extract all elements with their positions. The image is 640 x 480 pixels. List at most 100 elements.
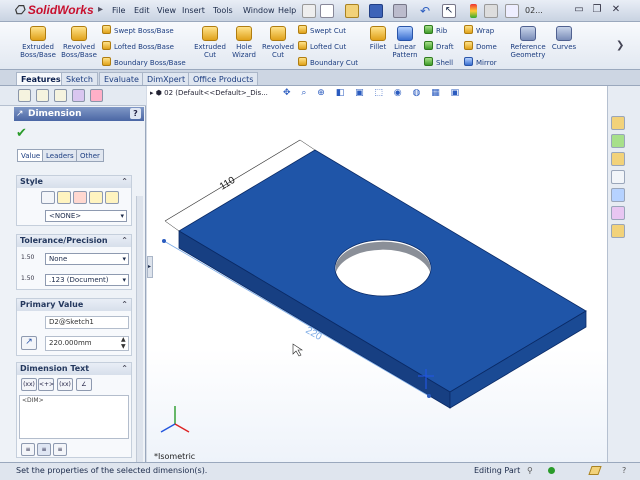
dimension-endpoint[interactable] bbox=[427, 394, 431, 398]
help-status-icon[interactable]: ? bbox=[622, 463, 626, 479]
tag-icon[interactable] bbox=[588, 466, 602, 475]
file-properties-icon[interactable] bbox=[484, 4, 498, 18]
swept-cut-button[interactable]: Swept Cut bbox=[298, 25, 346, 35]
dimension-text-area[interactable]: <DIM> bbox=[19, 395, 129, 439]
curves-button[interactable]: Curves bbox=[550, 26, 578, 51]
view-palette-icon[interactable] bbox=[611, 188, 625, 202]
tab-sketch[interactable]: Sketch bbox=[61, 72, 98, 85]
configuration-manager-icon[interactable] bbox=[54, 89, 67, 102]
dimension-width-label[interactable]: 110 bbox=[218, 175, 238, 193]
select-cursor-icon[interactable]: ↖ bbox=[442, 4, 456, 18]
property-manager-icon[interactable] bbox=[36, 89, 49, 102]
feature-manager-icon[interactable] bbox=[18, 89, 31, 102]
menu-file[interactable]: File bbox=[112, 6, 125, 15]
style-icon-4[interactable] bbox=[89, 191, 103, 204]
solidworks-resources-icon[interactable] bbox=[611, 116, 625, 130]
ribbon-expand-icon[interactable]: ❯ bbox=[616, 40, 624, 51]
restore-icon[interactable]: ❐ bbox=[590, 3, 604, 17]
justify-right-icon[interactable]: ≡ bbox=[53, 443, 67, 456]
appearances-icon[interactable] bbox=[611, 206, 625, 220]
style-icon-3[interactable] bbox=[73, 191, 87, 204]
boundary-boss-button[interactable]: Boundary Boss/Base bbox=[102, 57, 186, 67]
hole-wizard-button[interactable]: Hole Wizard bbox=[229, 26, 259, 59]
rebuild-icon[interactable] bbox=[470, 4, 477, 18]
offset-text-button[interactable]: ∠ bbox=[76, 378, 92, 391]
draft-button[interactable]: Draft bbox=[424, 41, 454, 51]
wrap-button[interactable]: Wrap bbox=[464, 25, 494, 35]
collapse-chevron-icon: ⌃ bbox=[121, 236, 128, 245]
dimension-endpoint[interactable] bbox=[162, 239, 166, 243]
lofted-cut-button[interactable]: Lofted Cut bbox=[298, 41, 346, 51]
tab-features[interactable]: Features bbox=[16, 72, 66, 85]
menu-help[interactable]: Help bbox=[278, 6, 296, 15]
graphics-viewport[interactable]: ▸ ⬢ 02 (Default<<Default>_Dis... ▸ ✥ ⌕ ⊕… bbox=[147, 86, 607, 462]
custom-properties-icon[interactable] bbox=[611, 224, 625, 238]
boundary-cut-button[interactable]: Boundary Cut bbox=[298, 57, 358, 67]
dimension-text-group-header[interactable]: Dimension Text ⌃ bbox=[17, 363, 131, 375]
display-manager-icon[interactable] bbox=[90, 89, 103, 102]
pin-icon[interactable] bbox=[302, 4, 316, 18]
inspection-button[interactable]: (xx) bbox=[57, 378, 73, 391]
precision-select[interactable]: .123 (Document) bbox=[45, 274, 129, 286]
model-canvas[interactable]: 110 220 bbox=[147, 86, 607, 462]
dome-button[interactable]: Dome bbox=[464, 41, 497, 51]
subtab-other[interactable]: Other bbox=[76, 149, 104, 162]
save-icon[interactable] bbox=[369, 4, 383, 18]
shell-button[interactable]: Shell bbox=[424, 57, 453, 67]
spinner-arrows-icon[interactable]: ▲ ▼ bbox=[121, 336, 126, 350]
revolved-boss-button[interactable]: Revolved Boss/Base bbox=[60, 26, 98, 59]
rib-button[interactable]: Rib bbox=[424, 25, 447, 35]
solidworks-logo[interactable]: ⎔ SolidWorks bbox=[14, 3, 94, 17]
open-folder-icon[interactable] bbox=[345, 4, 359, 18]
options-icon[interactable] bbox=[505, 4, 519, 18]
dimension-value-spinner[interactable]: 220.000mm bbox=[45, 336, 129, 351]
tolerance-group-header[interactable]: Tolerance/Precision ⌃ bbox=[17, 235, 131, 247]
close-icon[interactable]: ✕ bbox=[609, 3, 623, 17]
tab-office-products[interactable]: Office Products bbox=[188, 72, 259, 85]
extruded-cut-button[interactable]: Extruded Cut bbox=[192, 26, 228, 59]
menu-window[interactable]: Window bbox=[243, 6, 275, 15]
new-document-icon[interactable] bbox=[320, 4, 334, 18]
undo-icon[interactable]: ↶ bbox=[418, 4, 432, 18]
panel-scrollbar[interactable] bbox=[136, 196, 143, 462]
subtab-leaders[interactable]: Leaders bbox=[42, 149, 78, 162]
menu-edit[interactable]: Edit bbox=[134, 6, 150, 15]
style-icon-2[interactable] bbox=[57, 191, 71, 204]
center-dimension-button[interactable]: <+> bbox=[38, 378, 54, 391]
tab-evaluate[interactable]: Evaluate bbox=[99, 72, 144, 85]
justify-left-icon[interactable]: ≡ bbox=[21, 443, 35, 456]
dimxpert-manager-icon[interactable] bbox=[72, 89, 85, 102]
style-select[interactable]: <NONE> bbox=[45, 210, 127, 222]
menu-insert[interactable]: Insert bbox=[182, 6, 205, 15]
revolved-cut-button[interactable]: Revolved Cut bbox=[260, 26, 296, 59]
help-button[interactable]: ? bbox=[130, 108, 141, 119]
tab-dimxpert[interactable]: DimXpert bbox=[142, 72, 191, 85]
swept-boss-button[interactable]: Swept Boss/Base bbox=[102, 25, 174, 35]
design-library-icon[interactable] bbox=[611, 134, 625, 148]
style-group-header[interactable]: Style ⌃ bbox=[17, 176, 131, 188]
style-icon-5[interactable] bbox=[105, 191, 119, 204]
lofted-boss-button[interactable]: Lofted Boss/Base bbox=[102, 41, 174, 51]
primary-value-group-header[interactable]: Primary Value ⌃ bbox=[17, 299, 131, 311]
subtab-value[interactable]: Value bbox=[17, 149, 45, 162]
tolerance-type-select[interactable]: None bbox=[45, 253, 129, 265]
justify-center-icon[interactable]: ≡ bbox=[37, 443, 51, 456]
mirror-button[interactable]: Mirror bbox=[464, 57, 497, 67]
menu-arrow-icon[interactable]: ▸ bbox=[98, 4, 107, 18]
override-value-icon[interactable]: ↗ bbox=[21, 336, 37, 350]
file-explorer-icon[interactable] bbox=[611, 152, 625, 166]
print-icon[interactable] bbox=[393, 4, 407, 18]
fillet-button[interactable]: Fillet bbox=[366, 26, 390, 51]
search-icon[interactable] bbox=[611, 170, 625, 184]
dimension-name-field[interactable]: D2@Sketch1 bbox=[45, 316, 129, 329]
linear-pattern-button[interactable]: Linear Pattern bbox=[390, 26, 420, 59]
style-icon-1[interactable] bbox=[41, 191, 55, 204]
menu-tools[interactable]: Tools bbox=[213, 6, 233, 15]
parentheses-button[interactable]: (xx) bbox=[21, 378, 37, 391]
menu-view[interactable]: View bbox=[157, 6, 176, 15]
reference-geometry-button[interactable]: Reference Geometry bbox=[508, 26, 548, 59]
extruded-boss-button[interactable]: Extruded Boss/Base bbox=[18, 26, 58, 59]
ok-check-icon[interactable]: ✔ bbox=[16, 126, 27, 141]
rebuild-status-icon[interactable]: ⚲ bbox=[527, 463, 533, 479]
minimize-icon[interactable]: ▭ bbox=[572, 3, 586, 17]
